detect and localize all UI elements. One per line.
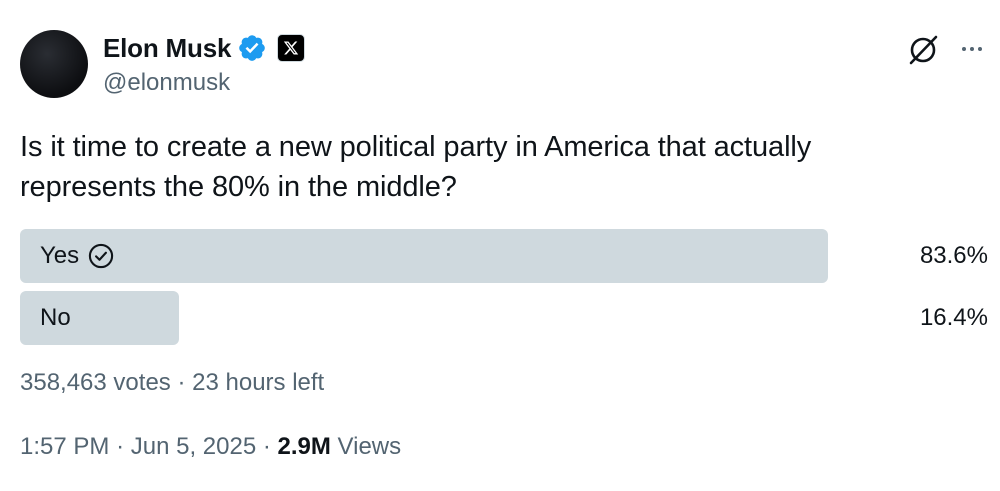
poll-option-label-row: No xyxy=(40,291,71,345)
poll-option-yes[interactable]: Yes 83.6% xyxy=(20,229,988,283)
tweet-time[interactable]: 1:57 PM xyxy=(20,433,109,460)
poll-time-left: 23 hours left xyxy=(192,369,325,396)
poll-meta: 358,463 votes · 23 hours left xyxy=(20,368,324,398)
poll-option-label-row: Yes xyxy=(40,229,115,283)
tweet-text: Is it time to create a new political par… xyxy=(20,131,812,203)
views-label: Views xyxy=(337,433,402,460)
x-logo-icon[interactable] xyxy=(277,34,306,62)
check-circle-icon xyxy=(89,243,114,269)
tweet-date[interactable]: Jun 5, 2025 xyxy=(131,433,256,460)
poll-option-percent: 83.6% xyxy=(919,242,988,269)
author-handle[interactable]: @elonmusk xyxy=(103,68,230,98)
timestamp-row: 1:57 PM · Jun 5, 2025 · 2.9M Views xyxy=(20,432,401,462)
poll-option-percent: 16.4% xyxy=(919,304,988,331)
poll-option-label: No xyxy=(40,304,71,331)
grok-icon[interactable] xyxy=(905,32,941,68)
author-name-row: Elon Musk xyxy=(103,30,306,66)
poll-votes: 358,463 votes xyxy=(20,369,171,396)
verified-badge-icon[interactable] xyxy=(237,33,267,63)
poll-option-label: Yes xyxy=(40,242,80,269)
views-count: 2.9M xyxy=(277,433,331,460)
separator-dot: · xyxy=(177,369,193,396)
avatar[interactable] xyxy=(20,30,88,98)
more-options-icon[interactable] xyxy=(955,32,989,66)
separator-dot: · xyxy=(116,433,131,460)
poll-bar-yes xyxy=(20,229,828,283)
poll-option-no[interactable]: No 16.4% xyxy=(20,291,988,345)
separator-dot: · xyxy=(262,433,278,460)
author-display-name[interactable]: Elon Musk xyxy=(103,33,231,63)
